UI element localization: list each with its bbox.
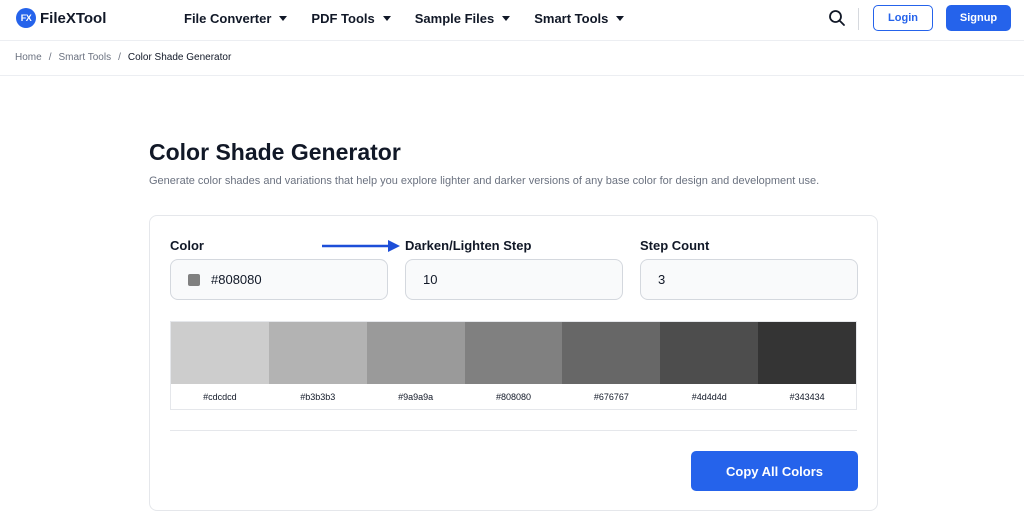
- shade-swatch[interactable]: #4d4d4d: [660, 322, 759, 409]
- chevron-down-icon: [502, 16, 511, 21]
- breadcrumb-bar: Home / Smart Tools / Color Shade Generat…: [0, 41, 1024, 76]
- step-input[interactable]: 10: [405, 259, 623, 300]
- shade-color-block: [171, 322, 269, 384]
- shade-palette: #cdcdcd #b3b3b3 #9a9a9a #808080 #676767 …: [170, 321, 857, 410]
- shade-swatch[interactable]: #343434: [758, 322, 857, 409]
- logo[interactable]: FX FileXTool: [16, 8, 106, 28]
- shade-hex-label: #9a9a9a: [366, 384, 465, 409]
- breadcrumb-separator: /: [118, 52, 121, 63]
- color-input[interactable]: #808080: [170, 259, 388, 300]
- shade-swatch[interactable]: #676767: [562, 322, 661, 409]
- arrow-right-icon: [322, 240, 400, 252]
- copy-all-colors-button[interactable]: Copy All Colors: [691, 451, 858, 491]
- nav-sample-files[interactable]: Sample Files: [414, 11, 511, 26]
- shade-color-block: [366, 322, 465, 384]
- nav-label: Smart Tools: [534, 11, 609, 26]
- shade-color-block: [660, 322, 759, 384]
- nav-label: PDF Tools: [311, 11, 375, 26]
- logo-badge-icon: FX: [16, 8, 36, 28]
- shade-swatch[interactable]: #cdcdcd: [171, 322, 269, 409]
- chevron-down-icon: [279, 16, 288, 21]
- color-swatch-preview[interactable]: [188, 273, 200, 286]
- color-label: Color: [170, 238, 204, 253]
- chevron-down-icon: [382, 16, 391, 21]
- shade-color-block: [268, 322, 367, 384]
- step-count-input[interactable]: 3: [640, 259, 858, 300]
- shade-color-block: [464, 322, 563, 384]
- color-value: #808080: [211, 272, 262, 287]
- card-divider: [170, 430, 857, 431]
- shade-color-block: [562, 322, 661, 384]
- breadcrumb-home[interactable]: Home: [15, 52, 42, 63]
- shade-hex-label: #676767: [562, 384, 661, 409]
- header-divider: [858, 8, 859, 30]
- chevron-down-icon: [616, 16, 625, 21]
- breadcrumb-separator: /: [48, 52, 52, 63]
- step-count-value: 3: [658, 272, 666, 287]
- search-icon[interactable]: [828, 9, 846, 27]
- breadcrumb: Home / Smart Tools / Color Shade Generat…: [15, 52, 231, 63]
- step-label: Darken/Lighten Step: [405, 238, 532, 253]
- shade-hex-label: #343434: [758, 384, 857, 409]
- nav-smart-tools[interactable]: Smart Tools: [534, 11, 625, 26]
- nav-pdf-tools[interactable]: PDF Tools: [311, 11, 391, 26]
- shade-swatch[interactable]: #808080: [464, 322, 563, 409]
- page-subtitle: Generate color shades and variations tha…: [149, 175, 820, 187]
- nav-label: Sample Files: [414, 11, 495, 26]
- shade-color-block: [758, 322, 857, 384]
- shade-swatch[interactable]: #b3b3b3: [268, 322, 367, 409]
- shade-hex-label: #808080: [464, 384, 563, 409]
- nav-label: File Converter: [184, 11, 272, 26]
- shade-hex-label: #cdcdcd: [171, 384, 269, 409]
- login-button[interactable]: Login: [873, 5, 933, 31]
- shade-hex-label: #b3b3b3: [268, 384, 367, 409]
- top-header: FX FileXTool File Converter PDF Tools Sa…: [0, 0, 1024, 41]
- breadcrumb-current: Color Shade Generator: [127, 52, 232, 63]
- shade-swatch[interactable]: #9a9a9a: [366, 322, 465, 409]
- breadcrumb-smart-tools[interactable]: Smart Tools: [58, 52, 111, 63]
- step-count-label: Step Count: [640, 238, 710, 253]
- nav-file-converter[interactable]: File Converter: [184, 11, 288, 26]
- main-nav: File Converter PDF Tools Sample Files Sm…: [184, 11, 648, 26]
- shade-hex-label: #4d4d4d: [660, 384, 759, 409]
- step-value: 10: [423, 272, 438, 287]
- signup-button[interactable]: Signup: [946, 5, 1011, 31]
- logo-text: FileXTool: [40, 9, 107, 27]
- page-title: Color Shade Generator: [149, 139, 401, 165]
